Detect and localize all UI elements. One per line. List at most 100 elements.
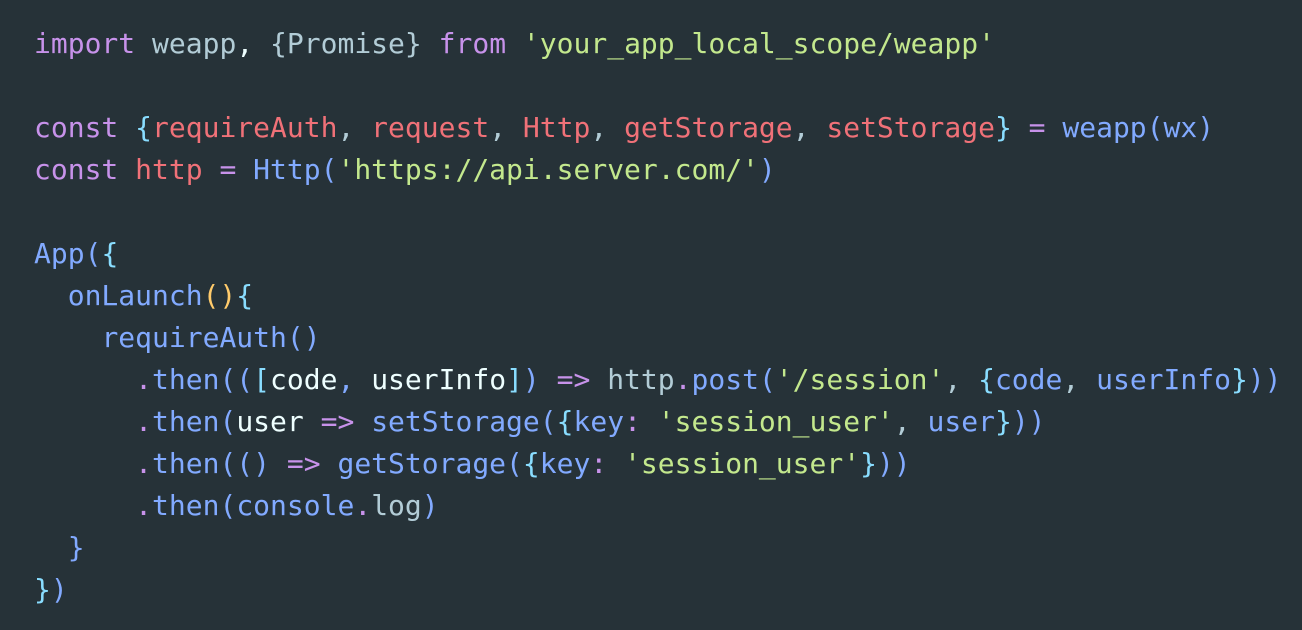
code-token-function: weapp [1062, 111, 1147, 144]
code-line: .then(console.log) [34, 485, 1282, 527]
code-token-function: key [573, 405, 625, 438]
code-token-function: onLaunch [67, 279, 203, 312]
code-token-default_text [590, 363, 607, 396]
code-token-default_text [253, 27, 270, 60]
code-token-function: () [286, 321, 321, 354]
code-token-default_text [1079, 363, 1096, 396]
code-token-default_text [506, 111, 523, 144]
code-token-plain: Promise [286, 27, 405, 60]
code-token-plain: weapp [152, 27, 237, 60]
code-token-plain: , [792, 111, 810, 144]
code-token-function: then [152, 405, 220, 438]
code-line: const http = Http('https://api.server.co… [34, 149, 1282, 191]
code-token-function: ( [219, 405, 237, 438]
code-token-function: , [337, 363, 355, 396]
code-token-default_text: , [236, 27, 254, 60]
code-token-default_text [607, 447, 624, 480]
code-token-default_text [34, 447, 135, 480]
code-line: onLaunch(){ [34, 275, 1282, 317]
code-token-variable: requireAuth [152, 111, 338, 144]
code-token-brace_cyan: } [34, 573, 51, 606]
code-token-keyword: import [34, 27, 136, 60]
code-token-operator: : [590, 447, 608, 480]
code-token-default_text [506, 27, 523, 60]
code-token-string: 'your_app_local_scope/weapp' [522, 27, 995, 60]
code-token-default_text [34, 363, 135, 396]
code-token-function: console [236, 489, 355, 522]
code-token-function: getStorage [337, 447, 507, 480]
code-token-function: ( [219, 489, 237, 522]
code-token-function: ( [539, 405, 557, 438]
code-token-default_text [641, 405, 658, 438]
code-token-default_text [354, 363, 371, 396]
code-token-default_text [354, 111, 371, 144]
code-token-punctuation_dot: . [135, 405, 153, 438]
code-token-function: (() [219, 447, 271, 480]
code-token-brace_cyan: { [236, 279, 254, 312]
code-token-plain: , [893, 405, 911, 438]
code-token-function: ( [320, 153, 338, 186]
code-token-plain: , [489, 111, 507, 144]
code-line: App({ [34, 233, 1282, 275]
code-token-operator: = [1028, 111, 1046, 144]
code-token-function: )) [1247, 363, 1282, 396]
code-token-function: )) [1011, 405, 1046, 438]
code-token-default_text [607, 111, 624, 144]
code-token-default_text [810, 111, 827, 144]
code-token-keyword: from [438, 27, 507, 60]
code-token-default_text [203, 153, 220, 186]
code-token-string: 'https://api.server.com/' [337, 153, 759, 186]
code-token-function: (( [219, 363, 254, 396]
code-token-default_text [321, 447, 338, 480]
code-token-function: then [152, 489, 220, 522]
code-token-function: post [691, 363, 759, 396]
code-line: .then(([code, userInfo]) => http.post('/… [34, 359, 1282, 401]
code-token-operator: => [320, 405, 355, 438]
code-token-string: 'session_user' [657, 405, 894, 438]
code-token-default_text [304, 405, 321, 438]
code-token-brace_cyan: { [101, 237, 119, 270]
code-token-default_text [236, 153, 253, 186]
code-token-plain: , [337, 111, 355, 144]
code-token-punctuation_dot: . [135, 363, 153, 396]
code-token-function: then [152, 447, 220, 480]
code-token-brace_cyan: { [522, 447, 540, 480]
code-token-brace_cyan: [ [253, 363, 271, 396]
code-token-operator: = [219, 153, 237, 186]
code-token-variable: Http [522, 111, 591, 144]
code-token-default_text [540, 363, 557, 396]
code-line: const {requireAuth, request, Http, getSt… [34, 107, 1282, 149]
code-token-string: '/session' [775, 363, 945, 396]
code-token-function: ( [506, 447, 523, 480]
code-token-function: ( [84, 237, 102, 270]
code-token-brace_cyan: } [994, 405, 1012, 438]
code-token-operator: : [624, 405, 641, 438]
code-token-function: wx [1163, 111, 1198, 144]
code-token-function: ( [758, 363, 776, 396]
code-token-function: ) [758, 153, 776, 186]
code-token-punctuation_dot: . [135, 489, 153, 522]
code-token-default_text: user [236, 405, 304, 438]
code-token-function: setStorage [371, 405, 540, 438]
code-token-plain: http [607, 363, 675, 396]
code-token-default_text [34, 531, 68, 564]
code-token-operator: => [556, 363, 591, 396]
code-token-default_text [135, 27, 152, 60]
code-line: } [34, 527, 1282, 569]
code-token-brace_cyan: } [1230, 363, 1248, 396]
code-token-operator: => [286, 447, 321, 480]
code-token-plain: , [1062, 363, 1080, 396]
code-token-function: Http [253, 153, 321, 186]
code-token-function: ) [1197, 111, 1215, 144]
code-block[interactable]: import weapp, { Promise} from 'your_app_l… [34, 23, 1282, 611]
code-token-variable: request [371, 111, 490, 144]
code-token-function: } [67, 531, 85, 564]
code-token-function: )) [876, 447, 911, 480]
code-token-function: ( [1146, 111, 1164, 144]
code-token-plain: } [404, 27, 422, 60]
code-token-plain: log [371, 489, 422, 522]
code-token-plain: , [590, 111, 608, 144]
code-token-function: requireAuth [101, 321, 287, 354]
code-token-string: 'session_user' [624, 447, 861, 480]
code-token-brace_cyan: } [994, 111, 1012, 144]
